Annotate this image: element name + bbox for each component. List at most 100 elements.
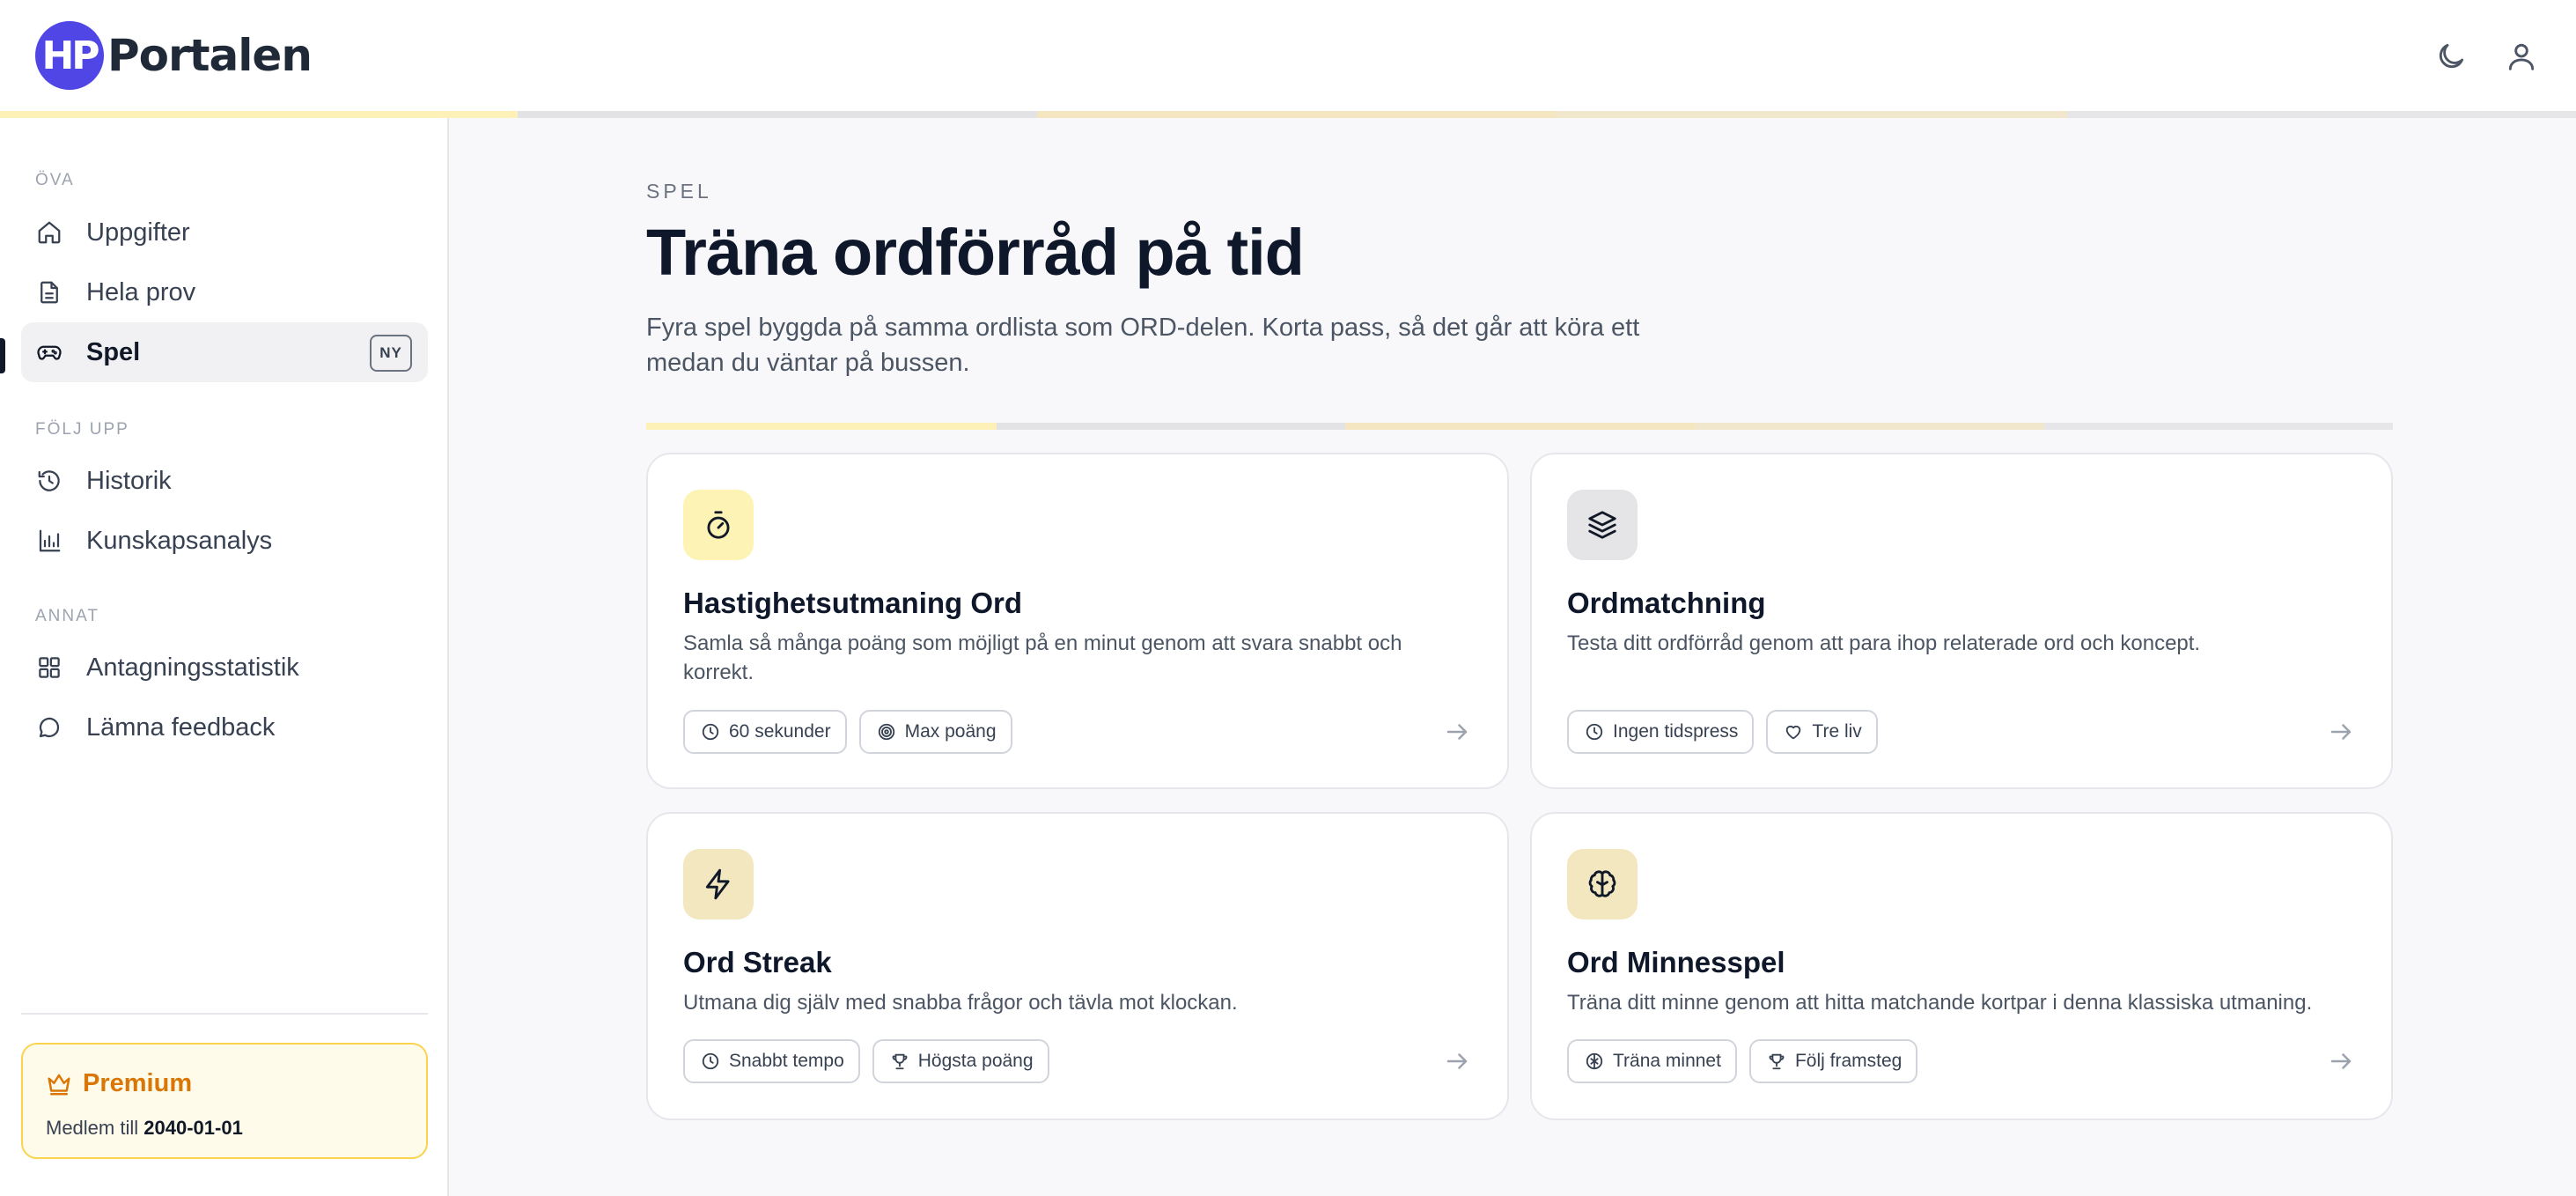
chip-label: 60 sekunder (729, 721, 831, 742)
arrow-right-icon[interactable] (2326, 717, 2356, 747)
card-description: Utmana dig själv med snabba frågor och t… (683, 991, 1238, 1015)
logo-mark: HP (35, 21, 104, 90)
sidebar-item-uppgifter[interactable]: Uppgifter (21, 203, 428, 262)
brain-icon (1588, 870, 1616, 897)
page-title: Träna ordförråd på tid (646, 216, 1305, 289)
new-badge: NY (370, 335, 412, 372)
card-chips: Snabbt tempo Högsta poäng (683, 1039, 1062, 1083)
header-progress-strip (0, 111, 2576, 118)
clock-icon (1585, 722, 1604, 742)
sidebar-item-spel[interactable]: Spel NY (21, 322, 428, 382)
premium-title: Premium (46, 1069, 192, 1098)
section-label-ova: ÖVA (35, 171, 75, 189)
arrow-right-icon[interactable] (1442, 1046, 1472, 1076)
card-title: Ord Streak (683, 946, 832, 978)
card-title: Hastighetsutmaning Ord (683, 587, 1023, 619)
main-progress-strip (646, 423, 2393, 430)
card-title: Ordmatchning (1567, 587, 1766, 619)
section-label-folj-upp: FÖLJ UPP (35, 420, 129, 439)
card-chips: Ingen tidspress Tre liv (1567, 710, 1890, 754)
arrow-right-icon[interactable] (2326, 1046, 2356, 1076)
card-chips: 60 sekunder Max poäng (683, 710, 1025, 754)
arrow-right-icon[interactable] (1442, 717, 1472, 747)
history-icon (35, 467, 63, 495)
sidebar-item-label: Spel (86, 337, 141, 366)
sidebar-item-kunskapsanalys[interactable]: Kunskapsanalys (21, 511, 428, 571)
logo-text: Portalen (107, 30, 313, 81)
sidebar-item-label: Historik (86, 466, 172, 495)
sidebar-item-label: Antagningsstatistik (86, 653, 299, 682)
card-description: Samla så många poäng som möjligt på en m… (683, 631, 1402, 684)
bar-chart-icon (35, 527, 63, 555)
chat-icon (35, 713, 63, 742)
target-icon (877, 722, 896, 742)
membership-prefix: Medlem till (46, 1117, 139, 1139)
chip-label: Max poäng (904, 721, 997, 742)
clock-icon (701, 1052, 720, 1071)
chip-label: Tre liv (1812, 721, 1862, 742)
sidebar-divider (21, 1013, 428, 1015)
chip: Tre liv (1766, 710, 1878, 754)
account-button[interactable] (2497, 32, 2546, 81)
chip: Högsta poäng (872, 1039, 1049, 1083)
brain-icon (1585, 1052, 1604, 1071)
active-indicator (0, 338, 5, 373)
sidebar-item-label: Hela prov (86, 277, 196, 306)
game-card-ord-minnesspel[interactable]: Ord Minnesspel Träna ditt minne genom at… (1530, 812, 2393, 1120)
chip: Max poäng (858, 710, 1012, 754)
page-intro: Fyra spel byggda på samma ordlista som O… (646, 314, 1640, 377)
sidebar: ÖVA Uppgifter Hela prov Spel NY FÖLJ UPP… (0, 118, 449, 1196)
sidebar-item-historik[interactable]: Historik (21, 451, 428, 511)
sidebar-item-antagningsstatistik[interactable]: Antagningsstatistik (21, 638, 428, 698)
card-description: Träna ditt minne genom att hitta matchan… (1567, 991, 2313, 1015)
section-label-annat: ANNAT (35, 607, 99, 625)
card-title: Ord Minnesspel (1567, 946, 1785, 978)
theme-toggle-button[interactable] (2426, 32, 2476, 81)
sidebar-item-label: Kunskapsanalys (86, 526, 273, 555)
game-card-ordmatchning[interactable]: Ordmatchning Testa ditt ordförråd genom … (1530, 453, 2393, 789)
logo[interactable]: HP Portalen (35, 21, 313, 90)
sidebar-item-hela-prov[interactable]: Hela prov (21, 262, 428, 322)
premium-card[interactable]: Premium Medlem till 2040-01-01 (21, 1043, 428, 1159)
card-description: Testa ditt ordförråd genom att para ihop… (1567, 631, 2201, 655)
membership-date: 2040-01-01 (144, 1117, 243, 1139)
document-icon (35, 278, 63, 306)
chip-label: Högsta poäng (917, 1051, 1034, 1071)
card-icon-tile (1567, 490, 1638, 560)
lightning-icon (705, 868, 730, 900)
chip-label: Träna minnet (1613, 1051, 1721, 1071)
heart-icon (1784, 722, 1803, 742)
sidebar-item-lamna-feedback[interactable]: Lämna feedback (21, 698, 428, 757)
chip: Snabbt tempo (683, 1039, 860, 1083)
card-icon-tile (1567, 849, 1638, 919)
card-icon-tile (683, 849, 754, 919)
clock-icon (701, 722, 720, 742)
trophy-icon (890, 1052, 909, 1071)
chip-label: Snabbt tempo (729, 1051, 844, 1071)
page-eyebrow: SPEL (646, 180, 712, 203)
moon-icon (2439, 43, 2464, 69)
chip-label: Ingen tidspress (1613, 721, 1739, 742)
home-icon (35, 218, 63, 247)
layers-icon (1588, 511, 1616, 539)
sidebar-item-label: Lämna feedback (86, 712, 276, 742)
top-header: HP Portalen (0, 0, 2576, 111)
premium-membership: Medlem till 2040-01-01 (46, 1117, 243, 1140)
sidebar-item-label: Uppgifter (86, 218, 190, 247)
chip: 60 sekunder (683, 710, 847, 754)
card-icon-tile (683, 490, 754, 560)
chip: Träna minnet (1567, 1039, 1737, 1083)
grid-icon (35, 653, 63, 682)
game-card-hastighetsutmaning[interactable]: Hastighetsutmaning Ord Samla så många po… (646, 453, 1509, 789)
user-icon (2508, 43, 2535, 70)
card-chips: Träna minnet Följ framsteg (1567, 1039, 1930, 1083)
gamepad-icon (35, 338, 63, 366)
premium-label: Premium (83, 1069, 193, 1097)
stopwatch-icon (707, 511, 730, 539)
chip: Ingen tidspress (1567, 710, 1755, 754)
crown-icon (48, 1074, 70, 1095)
chip: Följ framsteg (1748, 1039, 1918, 1083)
trophy-icon (1767, 1052, 1786, 1071)
chip-label: Följ framsteg (1794, 1051, 1903, 1071)
game-card-ord-streak[interactable]: Ord Streak Utmana dig själv med snabba f… (646, 812, 1509, 1120)
